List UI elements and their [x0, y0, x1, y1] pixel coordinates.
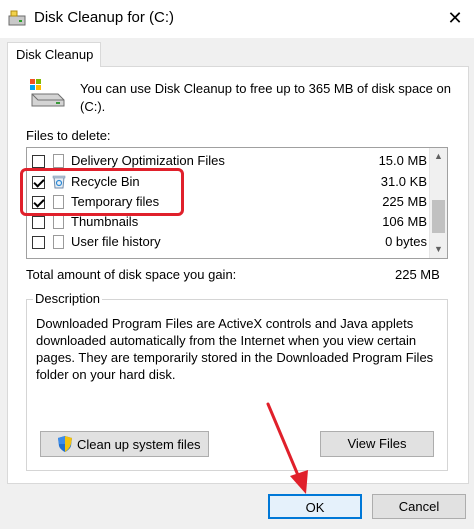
file-size: 0 bytes [385, 234, 427, 249]
tab-label: Disk Cleanup [16, 47, 94, 62]
scroll-down-arrow-icon[interactable]: ▼ [430, 241, 447, 258]
clean-up-system-files-button[interactable]: Clean up system files [40, 431, 209, 457]
vertical-scrollbar[interactable]: ▲ ▼ [429, 148, 447, 258]
red-arrow-annotation [266, 402, 308, 494]
file-size: 106 MB [382, 214, 427, 229]
hard-drive-icon [30, 79, 65, 107]
disk-cleanup-app-icon [8, 10, 26, 26]
total-space-value: 225 MB [395, 267, 440, 282]
uac-shield-icon [58, 436, 72, 452]
description-legend: Description [33, 291, 103, 306]
files-to-delete-label: Files to delete: [26, 128, 111, 143]
scroll-thumb[interactable] [432, 200, 445, 233]
view-files-button[interactable]: View Files [320, 431, 434, 457]
file-name: Thumbnails [71, 214, 139, 229]
checkbox[interactable] [32, 236, 45, 249]
highlight-box [20, 168, 184, 216]
file-icon [53, 215, 64, 229]
checkbox[interactable] [32, 216, 45, 229]
file-icon [53, 235, 64, 249]
file-size: 31.0 KB [380, 174, 427, 189]
close-button[interactable]: ✕ [440, 5, 470, 31]
intro-text: You can use Disk Cleanup to free up to 3… [80, 81, 451, 114]
file-size: 225 MB [382, 194, 427, 209]
file-size: 15.0 MB [378, 153, 427, 168]
list-item[interactable]: User file history 0 bytes [27, 232, 427, 252]
file-name: Delivery Optimization Files [71, 153, 225, 168]
tab-disk-cleanup[interactable]: Disk Cleanup [7, 42, 101, 67]
file-name: User file history [71, 234, 161, 249]
total-space-label: Total amount of disk space you gain: [26, 267, 237, 282]
cancel-button[interactable]: Cancel [372, 494, 466, 519]
scroll-up-arrow-icon[interactable]: ▲ [430, 148, 447, 165]
checkbox[interactable] [32, 155, 45, 168]
clean-up-system-files-label: Clean up system files [77, 437, 201, 452]
description-text: Downloaded Program Files are ActiveX con… [36, 316, 434, 382]
file-icon [53, 154, 64, 168]
window-title: Disk Cleanup for (C:) [34, 9, 175, 26]
